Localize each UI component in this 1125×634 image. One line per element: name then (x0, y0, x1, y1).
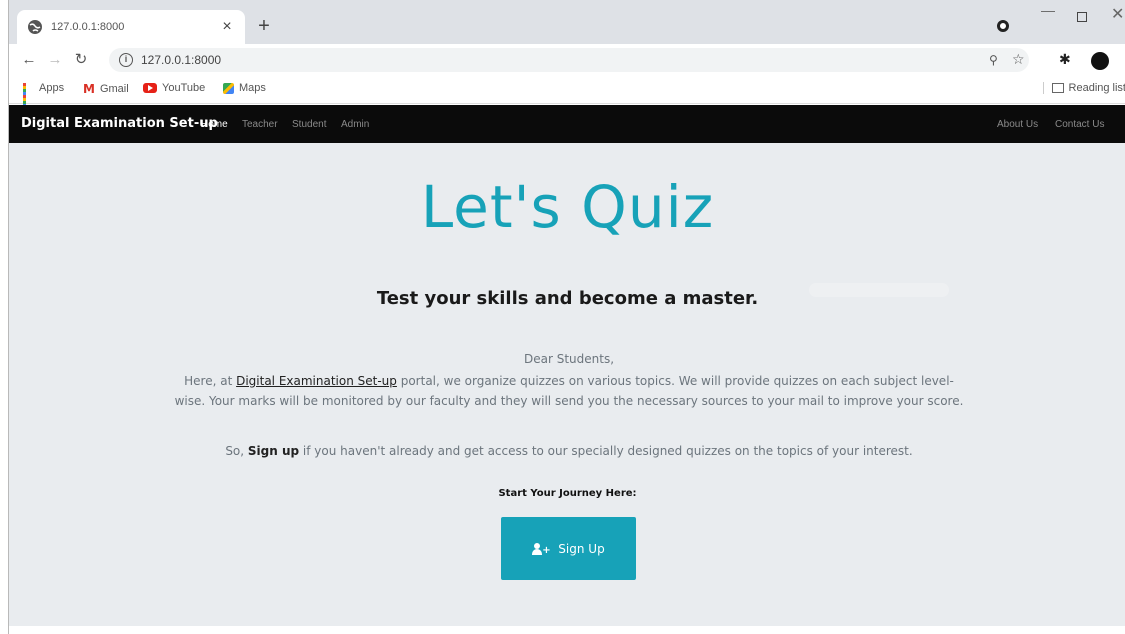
reading-list-icon (1052, 83, 1064, 93)
info-icon[interactable]: i (119, 53, 133, 67)
nav-link-home[interactable]: Home (201, 119, 228, 130)
nav-link-student[interactable]: Student (292, 119, 326, 130)
nav-link-teacher[interactable]: Teacher (242, 119, 278, 130)
signup-emphasis: Sign up (247, 444, 300, 458)
zoom-icon[interactable]: ⚲ (989, 53, 998, 67)
bookmark-label: Maps (239, 82, 266, 94)
site-navbar: Digital Examination Set-up Home Teacher … (9, 105, 1125, 143)
browser-window: 127.0.0.1:8000 × + — ✕ ← → ↻ i 127.0.0.1… (8, 0, 1125, 634)
url-text[interactable]: 127.0.0.1:8000 (141, 53, 221, 67)
back-icon[interactable]: ← (19, 50, 39, 70)
forward-icon[interactable]: → (45, 50, 65, 70)
tab-strip: 127.0.0.1:8000 × + — ✕ (9, 0, 1125, 44)
sign-up-button[interactable]: + Sign Up (501, 517, 636, 580)
nav-link-contact[interactable]: Contact Us (1055, 119, 1104, 130)
bookmark-label: Apps (39, 82, 65, 94)
tab-close-icon[interactable]: × (219, 19, 235, 35)
reading-list-button[interactable]: Reading list (1043, 82, 1125, 94)
bookmarks-bar: Apps M Gmail YouTube Maps Reading list (9, 76, 1125, 110)
minimize-icon[interactable]: — (1041, 2, 1055, 18)
bookmark-apps[interactable]: Apps (23, 82, 65, 110)
start-journey-label: Start Your Journey Here: (498, 488, 637, 499)
intro-paragraph: Here, at Digital Examination Set-up port… (169, 371, 969, 411)
bookmark-youtube[interactable]: YouTube (143, 82, 205, 94)
signup-prefix: So, (225, 444, 248, 458)
tab-title: 127.0.0.1:8000 (51, 21, 125, 33)
hero-title: Let's Quiz (420, 173, 715, 241)
youtube-icon (143, 83, 157, 93)
new-tab-button[interactable]: + (253, 16, 275, 36)
site-brand[interactable]: Digital Examination Set-up (21, 116, 218, 131)
portal-link[interactable]: Digital Examination Set-up (236, 374, 397, 388)
nav-link-admin[interactable]: Admin (341, 119, 369, 130)
bookmark-label: YouTube (162, 82, 206, 94)
bookmark-label: Gmail (99, 83, 129, 95)
globe-icon (28, 20, 42, 34)
reload-icon[interactable]: ↻ (71, 50, 91, 70)
extensions-icon[interactable]: ✱ (1059, 51, 1071, 68)
signup-suffix: if you haven't already and get access to… (299, 444, 913, 458)
intro-prefix: Here, at (184, 374, 237, 388)
apps-grid-icon (23, 82, 34, 110)
nav-link-about[interactable]: About Us (997, 119, 1038, 130)
greeting-text: Dear Students, (523, 352, 615, 366)
maps-icon (223, 82, 234, 94)
reading-list-label: Reading list (1068, 82, 1125, 94)
signup-paragraph: So, Sign up if you haven't already and g… (169, 441, 969, 461)
gmail-icon: M (83, 82, 95, 96)
page-content: Let's Quiz Test your skills and become a… (9, 143, 1125, 626)
bookmark-gmail[interactable]: M Gmail (83, 82, 129, 96)
profile-avatar-icon[interactable] (1091, 52, 1109, 70)
sign-up-label: Sign Up (558, 541, 605, 556)
record-icon[interactable] (997, 20, 1009, 32)
bookmark-maps[interactable]: Maps (223, 82, 266, 94)
maximize-icon[interactable] (1077, 12, 1087, 22)
address-bar[interactable]: i 127.0.0.1:8000 (109, 48, 1029, 72)
browser-menu-icon[interactable]: ⋮ (1119, 50, 1125, 70)
browser-toolbar: ← → ↻ i 127.0.0.1:8000 ⚲ ☆ ✱ (9, 44, 1125, 76)
page-footer-strip (9, 626, 1125, 634)
window-close-icon[interactable]: ✕ (1111, 4, 1124, 24)
browser-tab[interactable]: 127.0.0.1:8000 × (17, 10, 245, 44)
user-plus-icon: + (532, 542, 551, 555)
hero-tagline: Test your skills and become a master. (376, 288, 759, 309)
bookmark-star-icon[interactable]: ☆ (1012, 51, 1025, 68)
